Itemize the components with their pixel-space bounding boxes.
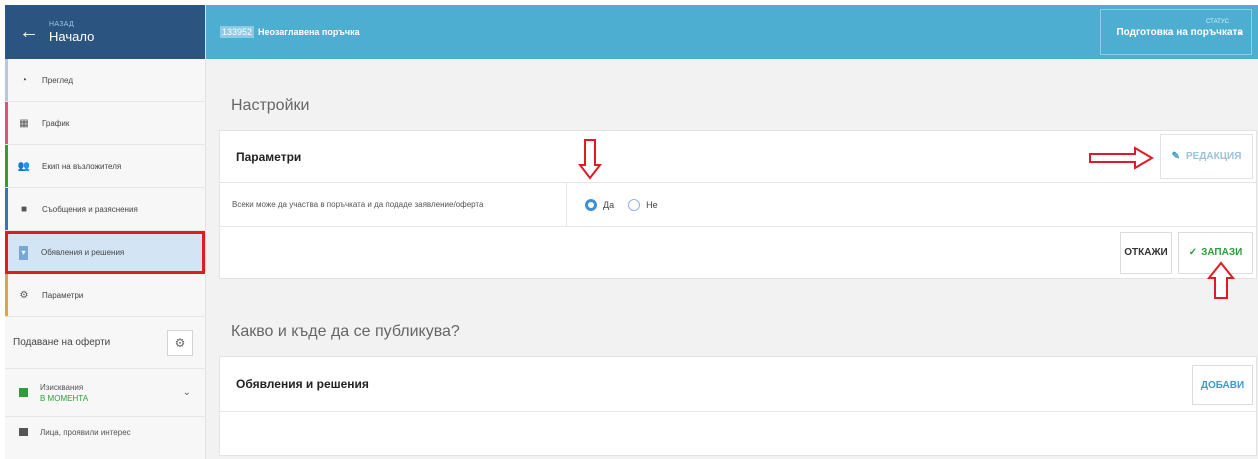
main-content: Настройки Параметри ✎ РЕДАКЦИЯ Всеки мож… — [206, 59, 1258, 459]
pin-icon: ▾ — [19, 245, 28, 260]
status-dropdown[interactable]: СТАТУС Подготовка на поръчката ⌄ — [1100, 9, 1252, 55]
section-title-settings: Настройки — [231, 97, 310, 114]
sidebar-item-requirements[interactable]: Изисквания В МОМЕНТА ⌄ — [5, 369, 205, 417]
parameters-card: Параметри ✎ РЕДАКЦИЯ Всеки може да участ… — [219, 130, 1257, 279]
pencil-icon: ✎ — [1171, 151, 1180, 162]
announcements-card: Обявления и решения ДОБАВИ — [219, 356, 1257, 456]
card-title-text: Обявления и решения — [236, 377, 369, 391]
chevron-down-icon[interactable]: ⌄ — [183, 387, 191, 398]
back-home-link[interactable]: ← НАЗАД Начало — [5, 5, 205, 59]
setting-question: Всеки може да участва в поръчката и да п… — [220, 183, 567, 226]
gauge-icon: ◔ — [20, 74, 28, 86]
sidebar-item-messages[interactable]: ■ Съобщения и разяснения — [5, 188, 205, 231]
add-button[interactable]: ДОБАВИ — [1192, 365, 1253, 405]
sidebar-item-parameters[interactable]: ⚙ Параметри — [5, 274, 205, 317]
card-title-text: Параметри — [236, 149, 302, 164]
sidebar-item-schedule[interactable]: ▦ График — [5, 102, 205, 145]
radio-label-no: Не — [646, 199, 658, 210]
folder-icon — [19, 428, 28, 436]
sidebar-item-label: Изисквания — [40, 382, 84, 392]
back-caption: НАЗАД — [49, 20, 75, 28]
check-icon: ✓ — [1188, 247, 1198, 258]
sidebar-item-label: Лица, проявили интерес — [40, 427, 131, 437]
sidebar-item-interested-parties[interactable]: Лица, проявили интерес — [5, 417, 205, 447]
sidebar: ← НАЗАД Начало ◔ Преглед ▦ График 👥 Екип… — [5, 5, 206, 459]
card-title: Параметри ✎ РЕДАКЦИЯ — [220, 131, 1256, 183]
sidebar-item-label: Преглед — [42, 75, 73, 85]
message-icon: ■ — [20, 203, 28, 215]
header-bar: 133952 Неозаглавена поръчка СТАТУС Подго… — [206, 5, 1258, 59]
radio-label-yes: Да — [603, 199, 615, 210]
sidebar-item-team[interactable]: 👥 Екип на възложителя — [5, 145, 205, 188]
edit-button-label: РЕДАКЦИЯ — [1185, 151, 1242, 162]
sidebar-item-label: График — [42, 118, 70, 128]
sidebar-group-submissions: Подаване на оферти ⚙ — [5, 317, 205, 369]
save-button-label: ЗАПАЗИ — [1201, 247, 1243, 258]
group-settings-button[interactable]: ⚙ — [167, 329, 193, 356]
procurement-code: 133952 — [220, 26, 255, 38]
radio-button-yes[interactable] — [585, 198, 597, 211]
sidebar-item-label: Обявления и решения — [41, 248, 125, 257]
calendar-icon: ▦ — [19, 117, 29, 129]
cancel-button[interactable]: ОТКАЖИ — [1120, 231, 1172, 274]
users-icon: 👥 — [17, 160, 31, 172]
radio-group: Да Не — [567, 198, 672, 211]
sidebar-group-label: Подаване на оферти — [13, 337, 111, 348]
radio-button-no[interactable] — [628, 198, 641, 211]
setting-row-open-participation: Всеки може да участва в поръчката и да п… — [220, 183, 1256, 227]
card-title: Обявления и решения ДОБАВИ — [220, 357, 1256, 412]
back-title: Начало — [49, 28, 95, 44]
sidebar-item-label: Екип на възложителя — [42, 161, 122, 171]
section-title-publish: Какво и къде да се публикува? — [231, 323, 460, 340]
save-button[interactable]: ✓ ЗАПАЗИ — [1178, 231, 1253, 274]
page-title: Неозаглавена поръчка — [258, 27, 360, 37]
book-icon — [19, 388, 28, 397]
edit-button[interactable]: ✎ РЕДАКЦИЯ — [1160, 134, 1253, 179]
chevron-down-icon: ⌄ — [1235, 25, 1245, 37]
back-arrow-icon: ← — [19, 21, 39, 43]
radio-option-no[interactable]: Не — [628, 198, 658, 211]
gear-icon: ⚙ — [174, 335, 186, 350]
card-actions: ОТКАЖИ ✓ ЗАПАЗИ — [220, 227, 1256, 278]
status-badge: В МОМЕНТА — [40, 393, 89, 403]
status-caption: СТАТУС — [1206, 19, 1229, 25]
sidebar-item-label: Параметри — [42, 290, 84, 300]
sidebar-item-announcements[interactable]: ▾ Обявления и решения — [5, 231, 205, 274]
sidebar-item-overview[interactable]: ◔ Преглед — [5, 59, 205, 102]
sidebar-item-label: Съобщения и разяснения — [42, 204, 138, 214]
status-value: Подготовка на поръчката — [1116, 27, 1243, 38]
gear-icon: ⚙ — [19, 289, 29, 301]
radio-option-yes[interactable]: Да — [585, 198, 615, 211]
